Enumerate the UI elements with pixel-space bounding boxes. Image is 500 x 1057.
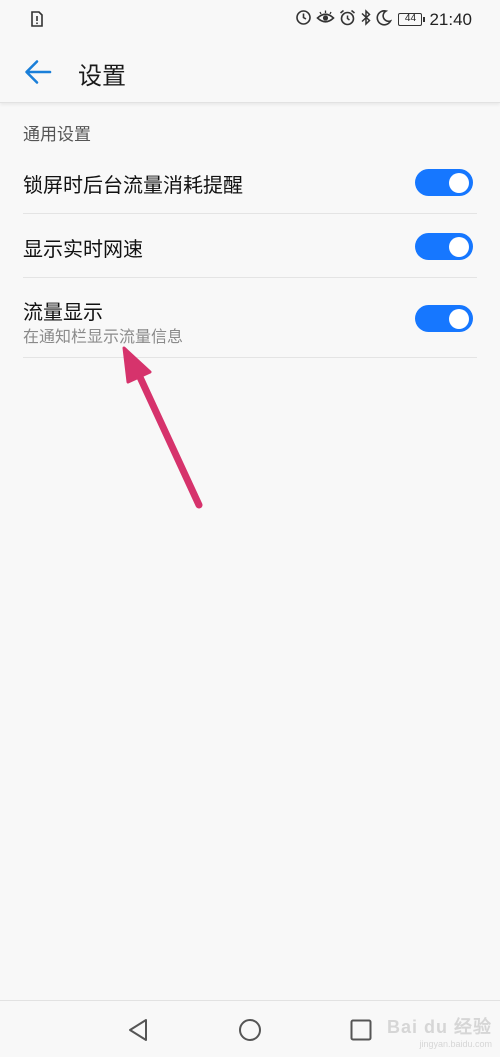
toggle-knob bbox=[449, 172, 469, 193]
status-time: 21:40 bbox=[429, 9, 472, 29]
status-bar: 44 21:40 bbox=[0, 0, 500, 40]
setting-title: 锁屏时后台流量消耗提醒 bbox=[23, 173, 243, 197]
setting-row-lockscreen-traffic-reminder[interactable]: 锁屏时后台流量消耗提醒 bbox=[0, 150, 500, 214]
nav-home-button[interactable] bbox=[237, 1017, 263, 1043]
back-arrow-icon bbox=[25, 60, 52, 84]
do-not-disturb-moon-icon bbox=[376, 9, 393, 30]
alarm-icon bbox=[339, 9, 356, 30]
nav-recent-apps-button[interactable] bbox=[348, 1017, 374, 1043]
setting-title: 流量显示 bbox=[23, 300, 103, 324]
nav-home-icon bbox=[239, 1019, 261, 1041]
battery-icon: 44 bbox=[398, 13, 426, 26]
realtime-speed-toggle[interactable] bbox=[415, 233, 473, 260]
page-title: 设置 bbox=[78, 62, 126, 90]
toggle-knob bbox=[449, 308, 469, 329]
back-button[interactable] bbox=[22, 56, 54, 88]
nav-recent-apps-icon bbox=[350, 1019, 372, 1041]
bluetooth-icon bbox=[360, 9, 372, 30]
data-saver-icon bbox=[295, 9, 312, 30]
nav-back-icon bbox=[129, 1019, 147, 1041]
nav-back-button[interactable] bbox=[126, 1017, 152, 1043]
lockscreen-traffic-reminder-toggle[interactable] bbox=[415, 169, 473, 196]
setting-row-realtime-speed[interactable]: 显示实时网速 bbox=[0, 214, 500, 278]
setting-title: 显示实时网速 bbox=[23, 237, 143, 261]
toggle-knob bbox=[449, 236, 469, 257]
app-bar: 设置 bbox=[0, 40, 500, 103]
settings-list: 锁屏时后台流量消耗提醒 显示实时网速 流量显示 在通知栏显示流量信息 bbox=[0, 150, 500, 358]
sim-alert-icon bbox=[30, 11, 44, 31]
eye-comfort-icon bbox=[316, 9, 336, 30]
setting-row-traffic-display[interactable]: 流量显示 在通知栏显示流量信息 bbox=[0, 278, 500, 358]
baidu-watermark: Bai du 经验 jingyan.baidu.com bbox=[386, 1017, 492, 1049]
status-icons: 44 21:40 bbox=[295, 9, 472, 30]
setting-subtitle: 在通知栏显示流量信息 bbox=[23, 327, 184, 346]
section-header: 通用设置 bbox=[23, 125, 91, 145]
traffic-display-toggle[interactable] bbox=[415, 305, 473, 332]
divider bbox=[23, 357, 477, 358]
navigation-bar: Bai du 经验 jingyan.baidu.com bbox=[0, 1000, 500, 1057]
